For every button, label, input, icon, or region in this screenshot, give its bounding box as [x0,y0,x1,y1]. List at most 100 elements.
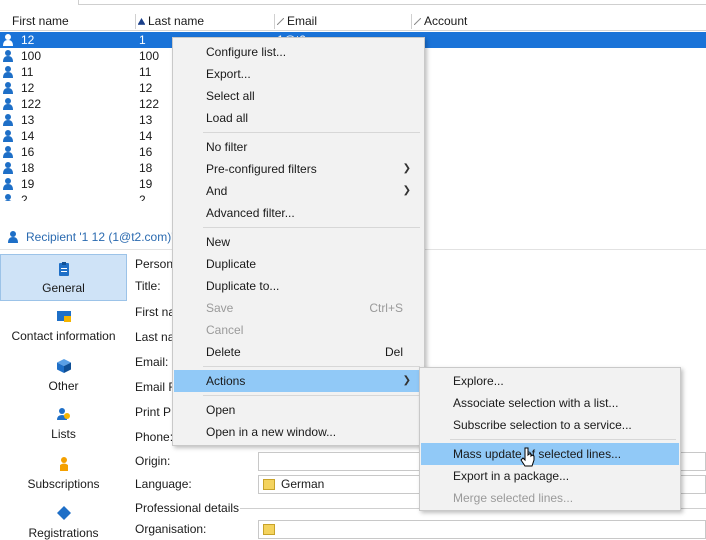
contact-card-icon [56,311,71,322]
organisation-label: Organisation: [135,522,207,536]
chevron-right-icon: ❯ [402,185,411,196]
person-icon [8,231,18,243]
sort-icon [414,18,421,25]
menu-item-select-all[interactable]: Select all [174,85,423,107]
tab-subscriptions[interactable]: Subscriptions [0,454,127,498]
first-name-cell: 11 [21,65,34,79]
first-name-cell: 2 [21,193,28,201]
last-name-cell: 2 [139,193,146,201]
sort-icon [277,18,284,25]
person-icon [3,34,13,46]
subscriber-icon [59,457,68,471]
first-name-cell: 12 [21,33,35,47]
tab-general[interactable]: General [0,254,127,301]
tab-contact-information[interactable]: Contact information [0,306,127,350]
tab-other[interactable]: Other [0,356,127,400]
menu-separator [203,395,420,396]
people-icon [56,408,70,420]
menu-item-no-filter[interactable]: No filter [174,136,423,158]
organisation-field[interactable] [258,520,706,539]
menu-item-actions[interactable]: Actions ❯ [174,370,423,392]
menu-item-duplicate[interactable]: Duplicate [174,253,423,275]
tab-label: Contact information [11,329,116,343]
menu-item-export-package[interactable]: Export in a package... [421,465,679,487]
menu-item-cancel[interactable]: Cancel [174,319,423,341]
chevron-right-icon: ❯ [402,375,411,386]
first-name-cell: 13 [21,113,35,127]
first-name-cell: 12 [21,81,35,95]
personal-label: Person [135,257,174,271]
menu-separator [450,439,676,440]
person-icon [3,178,13,190]
person-icon [3,98,13,110]
menu-item-advanced-filter[interactable]: Advanced filter... [174,202,423,224]
menu-item-configure-list[interactable]: Configure list... [174,41,423,63]
title-label: Title: [135,279,161,293]
first-name-cell: 122 [21,97,42,111]
phone-label: Phone: [135,430,174,444]
menu-item-associate-list[interactable]: Associate selection with a list... [421,392,679,414]
email-label: Email: [135,355,169,369]
menu-item-load-all[interactable]: Load all [174,107,423,129]
first-name-cell: 16 [21,145,35,159]
menu-separator [203,132,420,133]
last-name-label: Last na [135,330,175,344]
shortcut-label: Del [384,345,403,359]
context-menu: Configure list... Export... Select all L… [172,37,425,446]
tag-icon [56,506,71,520]
tab-label: Other [48,379,79,393]
menu-item-new[interactable]: New [174,231,423,253]
last-name-cell: 122 [139,97,160,111]
menu-item-subscribe-service[interactable]: Subscribe selection to a service... [421,414,679,436]
last-name-cell: 13 [139,113,153,127]
person-icon [3,50,13,62]
person-icon [3,114,13,126]
menu-item-delete[interactable]: Delete Del [174,341,423,363]
menu-item-open-new-window[interactable]: Open in a new window... [174,421,423,443]
menu-item-open[interactable]: Open [174,399,423,421]
actions-submenu: Explore... Associate selection with a li… [419,367,681,511]
column-header-email[interactable]: Email [274,12,317,31]
language-label: Language: [135,477,192,491]
cube-icon [56,359,71,373]
language-icon [263,479,275,490]
first-name-cell: 100 [21,49,42,63]
menu-separator [203,366,420,367]
menu-item-mass-update[interactable]: Mass update of selected lines... [421,443,679,465]
menu-item-preconfigured-filters[interactable]: Pre-configured filters ❯ [174,158,423,180]
last-name-cell: 14 [139,129,153,143]
column-header-last-name[interactable]: Last name [135,12,204,31]
professional-details-heading: Professional details [135,501,240,515]
list-header: First name Last name Email Account [0,12,706,31]
person-icon [3,82,13,94]
menu-item-duplicate-to[interactable]: Duplicate to... [174,275,423,297]
sort-ascending-icon [138,18,145,25]
email-format-label: Email F [135,380,176,394]
top-toolbar-edge [0,0,706,6]
menu-item-merge-lines[interactable]: Merge selected lines... [421,487,679,509]
person-icon [4,194,12,201]
last-name-cell: 11 [139,65,152,79]
print-label: Print P [135,405,172,419]
column-header-account[interactable]: Account [411,12,467,31]
menu-item-save[interactable]: Save Ctrl+S [174,297,423,319]
tab-label: Subscriptions [27,477,100,491]
tab-label: General [42,281,85,295]
last-name-cell: 100 [139,49,160,63]
chevron-right-icon: ❯ [402,163,411,174]
clipboard-icon [58,262,69,276]
last-name-cell: 1 [139,33,146,47]
menu-item-explore[interactable]: Explore... [421,370,679,392]
tab-lists[interactable]: Lists [0,404,127,448]
column-header-first-name[interactable]: First name [12,12,69,31]
mouse-cursor-icon [520,447,535,467]
tab-registrations[interactable]: Registrations [0,503,127,540]
first-name-cell: 14 [21,129,35,143]
menu-item-export[interactable]: Export... [174,63,423,85]
person-icon [3,162,13,174]
last-name-cell: 19 [139,177,153,191]
person-icon [3,146,13,158]
origin-label: Origin: [135,454,171,468]
menu-item-and[interactable]: And ❯ [174,180,423,202]
last-name-cell: 12 [139,81,153,95]
